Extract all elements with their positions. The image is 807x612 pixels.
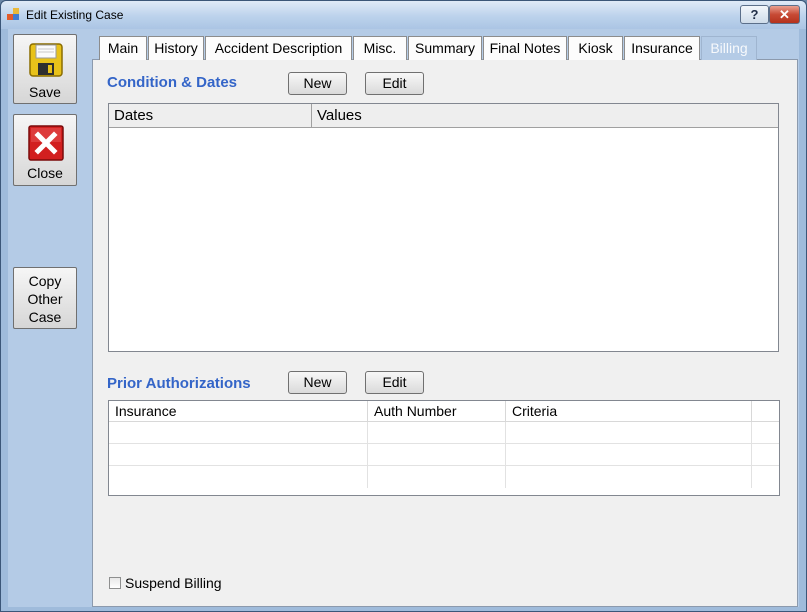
conditions-grid[interactable]: Dates Values: [108, 103, 779, 352]
table-row[interactable]: [368, 444, 506, 466]
table-row[interactable]: [109, 466, 368, 488]
prior-auth-col-insurance[interactable]: Insurance: [109, 401, 368, 422]
copy-label-line-3: Case: [28, 309, 62, 325]
save-button[interactable]: Save: [13, 34, 77, 104]
condition-dates-heading: Condition & Dates: [107, 74, 237, 91]
table-row[interactable]: [506, 444, 752, 466]
help-button[interactable]: ?: [740, 5, 769, 24]
suspend-billing-label[interactable]: Suspend Billing: [125, 575, 222, 591]
suspend-billing-checkbox[interactable]: [109, 577, 121, 589]
prior-auth-col-auth-number[interactable]: Auth Number: [368, 401, 506, 422]
save-label: Save: [29, 84, 61, 100]
table-row[interactable]: [752, 422, 779, 444]
copy-label-line-1: Copy: [28, 273, 62, 289]
table-row[interactable]: [506, 466, 752, 488]
edit-case-window: Edit Existing Case ? ✕ Save Close Copy O…: [0, 0, 807, 612]
prior-auth-col-filler: [752, 401, 779, 422]
tab-main[interactable]: Main: [99, 36, 147, 60]
copy-other-case-button[interactable]: Copy Other Case: [13, 267, 77, 329]
app-icon: [7, 8, 20, 21]
table-row[interactable]: [752, 466, 779, 488]
window-title: Edit Existing Case: [26, 8, 124, 22]
table-row[interactable]: [506, 422, 752, 444]
tab-misc[interactable]: Misc.: [353, 36, 407, 60]
close-icon: [28, 125, 64, 161]
sidebar: Save Close Copy Other Case: [8, 29, 84, 607]
conditions-col-dates[interactable]: Dates: [109, 104, 312, 128]
window-close-button[interactable]: ✕: [769, 5, 800, 24]
prior-authorizations-heading: Prior Authorizations: [107, 375, 251, 392]
tab-billing[interactable]: Billing: [701, 36, 757, 60]
table-row[interactable]: [368, 422, 506, 444]
prior-auth-col-criteria[interactable]: Criteria: [506, 401, 752, 422]
prior-auth-edit-button[interactable]: Edit: [365, 371, 424, 394]
tab-kiosk[interactable]: Kiosk: [568, 36, 623, 60]
copy-label-line-2: Other: [27, 291, 63, 307]
close-button[interactable]: Close: [13, 114, 77, 186]
tab-accident-description[interactable]: Accident Description: [205, 36, 352, 60]
prior-auth-grid[interactable]: Insurance Auth Number Criteria: [108, 400, 780, 496]
conditions-col-values[interactable]: Values: [312, 104, 778, 128]
table-row[interactable]: [109, 422, 368, 444]
conditions-edit-button[interactable]: Edit: [365, 72, 424, 95]
conditions-new-button[interactable]: New: [288, 72, 347, 95]
table-row[interactable]: [368, 466, 506, 488]
tab-summary[interactable]: Summary: [408, 36, 482, 60]
close-label: Close: [27, 165, 63, 181]
table-row[interactable]: [752, 444, 779, 466]
title-bar: Edit Existing Case ? ✕: [1, 1, 806, 29]
table-row[interactable]: [109, 444, 368, 466]
tab-final-notes[interactable]: Final Notes: [483, 36, 567, 60]
floppy-disk-icon: [29, 43, 63, 77]
tab-history[interactable]: History: [148, 36, 204, 60]
tab-insurance[interactable]: Insurance: [624, 36, 700, 60]
prior-auth-new-button[interactable]: New: [288, 371, 347, 394]
